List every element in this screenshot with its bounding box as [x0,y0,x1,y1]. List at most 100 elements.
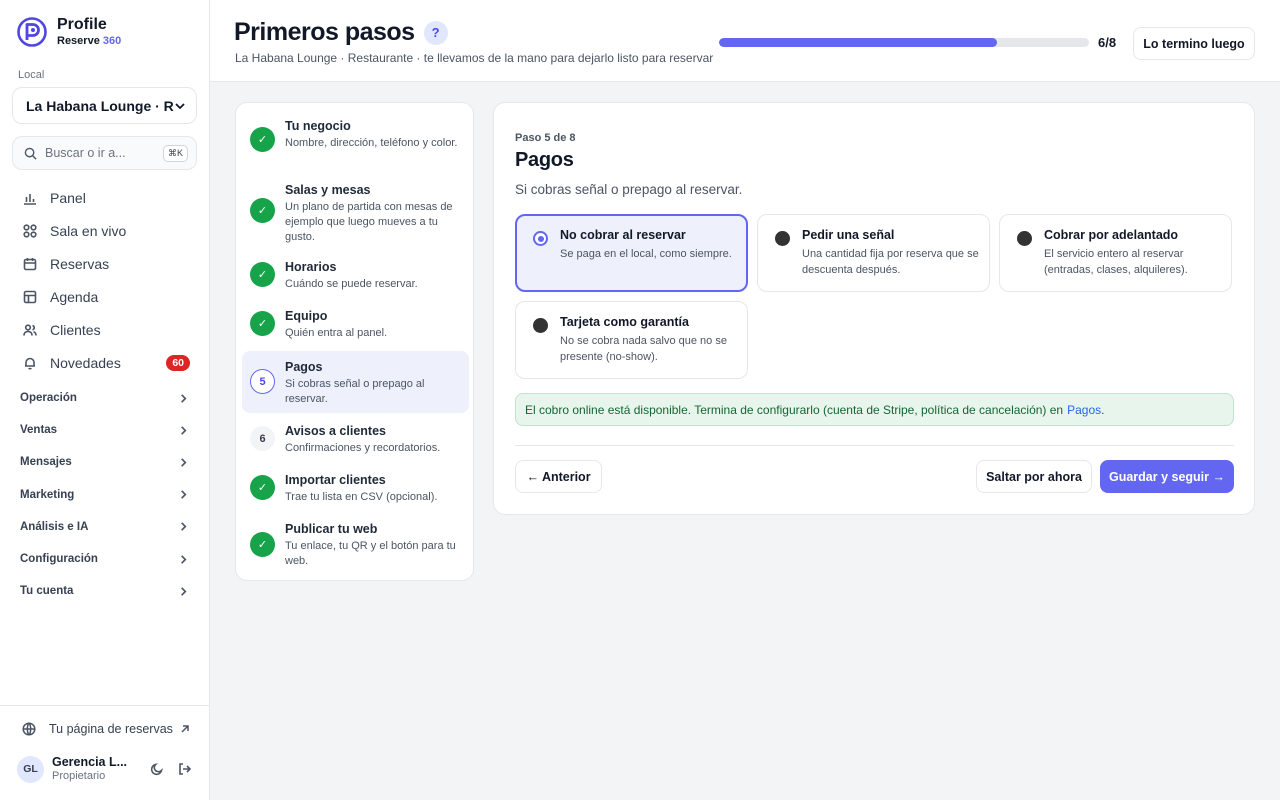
previous-button[interactable]: ← Anterior [515,460,602,493]
option-no-cobrar[interactable]: No cobrar al reservar Se paga en el loca… [515,214,748,292]
option-desc: No se cobra nada salvo que no se present… [560,335,727,363]
sidebar: Profile Reserve 360 Local La Habana Loun… [0,0,210,800]
logout-icon[interactable] [178,762,192,776]
finish-later-button[interactable]: Lo termino luego [1133,27,1255,60]
step-pagos[interactable]: 5 Pagos Si cobras señal o prepago al res… [242,351,469,413]
chevron-right-icon [181,490,187,499]
radio[interactable] [775,231,790,246]
option-pedir-senal[interactable]: Pedir una señal Una cantidad fija por re… [757,214,990,292]
step-publicar-tu-web[interactable]: ✓ Publicar tu web Tu enlace, tu QR y el … [242,515,469,575]
chevron-right-icon [181,458,187,467]
step-counter: Paso 5 de 8 [515,132,576,144]
avatar[interactable]: GL [17,755,44,783]
option-title: Pedir una señal [802,228,895,242]
step-desc: Un plano de partida con mesas de ejemplo… [285,200,453,244]
step-title: Equipo [285,309,328,323]
step-avisos-a-clientes[interactable]: 6 Avisos a clientes Confirmaciones y rec… [242,417,469,461]
moon-icon[interactable] [150,762,164,776]
progress-count: 6/8 [1098,35,1117,50]
help-button[interactable]: ? [423,20,448,45]
check-icon: ✓ [250,532,275,557]
search-input[interactable]: Buscar o ir a... ⌘K [12,136,197,170]
nav-group-analisis-ia[interactable]: Análisis e IA [12,511,198,543]
chevron-right-icon [181,393,187,403]
search-placeholder: Buscar o ir a... [45,146,126,160]
step-desc: Tu enlace, tu QR y el botón para tu web. [285,539,456,568]
nav-item-reservas[interactable]: Reservas [12,247,198,280]
nav-groups: Operación Ventas Mensajes Marketing Anál… [12,382,198,607]
user-profile: GL Gerencia L... Propietario [17,755,192,783]
nav-item-agenda[interactable]: Agenda [12,280,198,313]
step-number: 5 [250,369,275,394]
chevron-down-icon [175,102,185,109]
search-icon [24,147,37,160]
step-equipo[interactable]: ✓ Equipo Quién entra al panel. [242,302,469,346]
nav-item-sala-en-vivo[interactable]: Sala en vivo [12,214,198,247]
check-icon: ✓ [250,475,275,500]
save-and-continue-button[interactable]: Guardar y seguir → [1100,460,1234,493]
step-tu-negocio[interactable]: ✓ Tu negocio Nombre, dirección, teléfono… [242,111,469,173]
step-horarios[interactable]: ✓ Horarios Cuándo se puede reservar. [242,253,469,297]
calendar-icon [23,257,37,270]
search-shortcut: ⌘K [162,144,188,162]
local-select-value: La Habana Lounge · Restaurante [26,97,174,114]
nav-group-mensajes[interactable]: Mensajes [12,446,198,478]
option-cobrar-adelantado[interactable]: Cobrar por adelantado El servicio entero… [999,214,1232,292]
nav-item-novedades[interactable]: Novedades 60 [12,346,198,379]
step-desc: Quién entra al panel. [285,326,388,339]
check-icon: ✓ [250,311,275,336]
online-payment-notice: El cobro online está disponible. Termina… [515,393,1234,426]
step-title: Salas y mesas [285,183,371,197]
radio-selected[interactable] [533,231,548,246]
step-title: Horarios [285,260,337,274]
step-desc: Cuándo se puede reservar. [285,277,418,290]
option-tarjeta-garantia[interactable]: Tarjeta como garantía No se cobra nada s… [515,301,748,379]
local-select[interactable]: La Habana Lounge · Restaurante [12,87,197,124]
step-desc: Nombre, dirección, teléfono y color. [285,136,458,149]
step-desc: Si cobras señal o prepago al reservar. [285,377,425,406]
nav-group-operacion[interactable]: Operación [12,382,198,414]
brand-name: Profile [57,16,107,33]
chevron-right-icon [181,586,187,596]
step-title: Pagos [285,360,323,374]
progress-fill [719,38,997,47]
nav-group-ventas[interactable]: Ventas [12,414,198,446]
option-desc: El servicio entero al reservar (entradas… [1044,248,1188,276]
bell-icon [25,357,35,370]
local-label: Local [18,69,45,81]
divider [515,445,1234,446]
step-number: 6 [250,426,275,451]
nav-group-tu-cuenta[interactable]: Tu cuenta [12,575,198,607]
step-title: Avisos a clientes [285,424,386,438]
step-salas-y-mesas[interactable]: ✓ Salas y mesas Un plano de partida con … [242,175,469,245]
sidebar-footer: Tu página de reservas GL Gerencia L... P… [0,705,209,783]
brand-logo-icon [17,17,47,47]
card-title: Pagos [515,149,574,171]
novedades-badge: 60 [166,354,190,371]
radio[interactable] [1017,231,1032,246]
booking-page-link[interactable]: Tu página de reservas [22,722,192,736]
bar-chart-icon [24,193,36,205]
nav-item-clientes[interactable]: Clientes [12,313,198,346]
onboarding-progress-bar [719,38,1089,47]
option-desc: Se paga en el local, como siempre. [560,248,732,260]
user-role: Propietario [52,770,106,782]
brand[interactable]: Profile Reserve 360 [16,16,121,48]
nav-group-configuracion[interactable]: Configuración [12,543,198,575]
pagos-link[interactable]: Pagos [1067,403,1101,417]
nav-group-marketing[interactable]: Marketing [12,479,198,511]
steps-list: ✓ Tu negocio Nombre, dirección, teléfono… [235,102,474,581]
step-title: Tu negocio [285,119,351,133]
radio[interactable] [533,318,548,333]
nav-item-panel[interactable]: Panel [12,181,198,214]
chevron-right-icon [181,554,187,564]
user-name: Gerencia L... [52,755,128,769]
chevron-right-icon [181,522,187,532]
step-desc: Confirmaciones y recordatorios. [285,441,441,454]
skip-button[interactable]: Saltar por ahora [976,460,1092,493]
external-link-icon [181,725,189,733]
check-icon: ✓ [250,262,275,287]
option-desc: Una cantidad fija por reserva que se des… [802,248,979,276]
step-importar-clientes[interactable]: ✓ Importar clientes Trae tu lista en CSV… [242,466,469,510]
card-desc: Si cobras señal o prepago al reservar. [515,182,743,197]
